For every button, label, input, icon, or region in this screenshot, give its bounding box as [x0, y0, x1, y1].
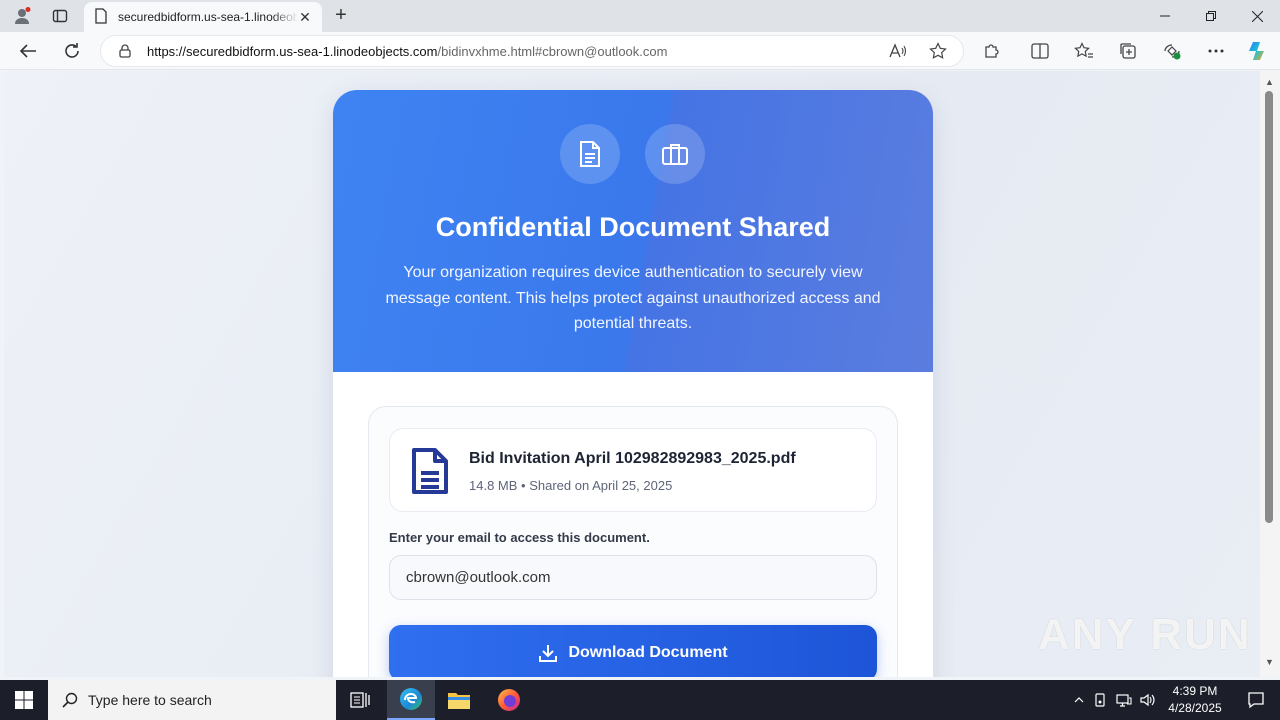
download-label: Download Document — [568, 644, 728, 661]
anyrun-watermark: ANY RUN — [1038, 610, 1252, 659]
clock-time: 4:39 PM — [1172, 684, 1218, 698]
collections-icon[interactable] — [1116, 35, 1140, 67]
web-page: Confidential Document Shared Your organi… — [4, 71, 1260, 677]
url-path: /bidinvxhme.html#cbrown@outlook.com — [437, 43, 668, 59]
hero-banner: Confidential Document Shared Your organi… — [333, 90, 933, 372]
new-tab-button[interactable]: + — [330, 5, 352, 27]
tab-title: securedbidform.us-sea-1.linodeobjects.co… — [118, 10, 298, 24]
tab-bar: securedbidform.us-sea-1.linodeobjects.co… — [0, 0, 1280, 32]
tray-chevron-up-icon[interactable] — [1070, 697, 1088, 703]
edge-taskbar-icon[interactable] — [387, 680, 435, 720]
favorites-icon[interactable] — [1072, 35, 1096, 67]
page-scrollbar[interactable]: ▲ ▼ — [1260, 71, 1280, 677]
copilot-icon[interactable] — [1245, 35, 1269, 67]
lock-icon[interactable] — [119, 44, 131, 58]
volume-icon[interactable] — [1136, 693, 1160, 707]
profile-icon[interactable] — [12, 6, 32, 26]
access-panel: Bid Invitation April 102982892983_2025.p… — [368, 406, 898, 677]
clock-date: 4/28/2025 — [1168, 701, 1222, 715]
search-icon — [62, 692, 78, 708]
url-host: https://securedbidform.us-sea-1.linodeob… — [147, 43, 438, 59]
taskbar-clock[interactable]: 4:39 PM 4/28/2025 — [1160, 683, 1230, 717]
file-name: Bid Invitation April 102982892983_2025.p… — [469, 450, 796, 467]
taskbar-search[interactable]: Type here to search — [48, 680, 336, 720]
address-bar[interactable]: https://securedbidform.us-sea-1.linodeob… — [100, 35, 964, 67]
split-screen-icon[interactable] — [1028, 35, 1052, 67]
briefcase-icon — [645, 124, 705, 184]
tab-actions-icon[interactable] — [50, 6, 70, 26]
restore-icon[interactable] — [1188, 0, 1234, 32]
download-document-button[interactable]: Download Document — [389, 625, 877, 677]
tab-close-icon[interactable]: ✕ — [298, 9, 312, 26]
windows-taskbar: Type here to search 4:39 PM 4/28/2025 — [0, 680, 1280, 720]
scrollbar-thumb[interactable] — [1265, 91, 1273, 523]
scroll-down-icon[interactable]: ▼ — [1265, 657, 1274, 667]
close-window-icon[interactable] — [1234, 0, 1280, 32]
read-aloud-icon[interactable] — [886, 35, 910, 67]
page-icon — [94, 7, 108, 27]
firefox-icon[interactable] — [485, 680, 533, 720]
active-tab[interactable]: securedbidform.us-sea-1.linodeobjects.co… — [84, 2, 322, 32]
browser-essentials-icon[interactable] — [1160, 35, 1184, 67]
scroll-up-icon[interactable]: ▲ — [1265, 77, 1274, 87]
email-field[interactable] — [389, 555, 877, 600]
minimize-icon[interactable] — [1142, 0, 1188, 32]
document-card: Confidential Document Shared Your organi… — [333, 90, 933, 677]
page-title: Confidential Document Shared — [435, 212, 831, 242]
pdf-file-icon — [410, 447, 450, 495]
search-placeholder: Type here to search — [88, 692, 212, 708]
file-info-box: Bid Invitation April 102982892983_2025.p… — [389, 428, 877, 512]
download-icon — [538, 643, 558, 663]
tray-device-icon[interactable] — [1088, 693, 1112, 707]
network-icon[interactable] — [1112, 693, 1136, 707]
navigation-bar: https://securedbidform.us-sea-1.linodeob… — [0, 32, 1280, 70]
file-explorer-icon[interactable] — [435, 680, 483, 720]
favorite-star-icon[interactable] — [926, 35, 950, 67]
more-options-icon[interactable] — [1204, 35, 1228, 67]
hero-description: Your organization requires device authen… — [385, 264, 881, 332]
task-view-icon[interactable] — [336, 680, 384, 720]
email-label: Enter your email to access this document… — [389, 530, 650, 545]
extensions-icon[interactable] — [979, 35, 1003, 67]
document-icon — [560, 124, 620, 184]
notifications-icon[interactable] — [1232, 680, 1280, 720]
system-tray — [1070, 680, 1160, 720]
windows-start-icon[interactable] — [0, 680, 48, 720]
back-icon[interactable] — [17, 40, 39, 62]
file-meta: 14.8 MB • Shared on April 25, 2025 — [469, 478, 673, 493]
refresh-icon[interactable] — [61, 40, 83, 62]
